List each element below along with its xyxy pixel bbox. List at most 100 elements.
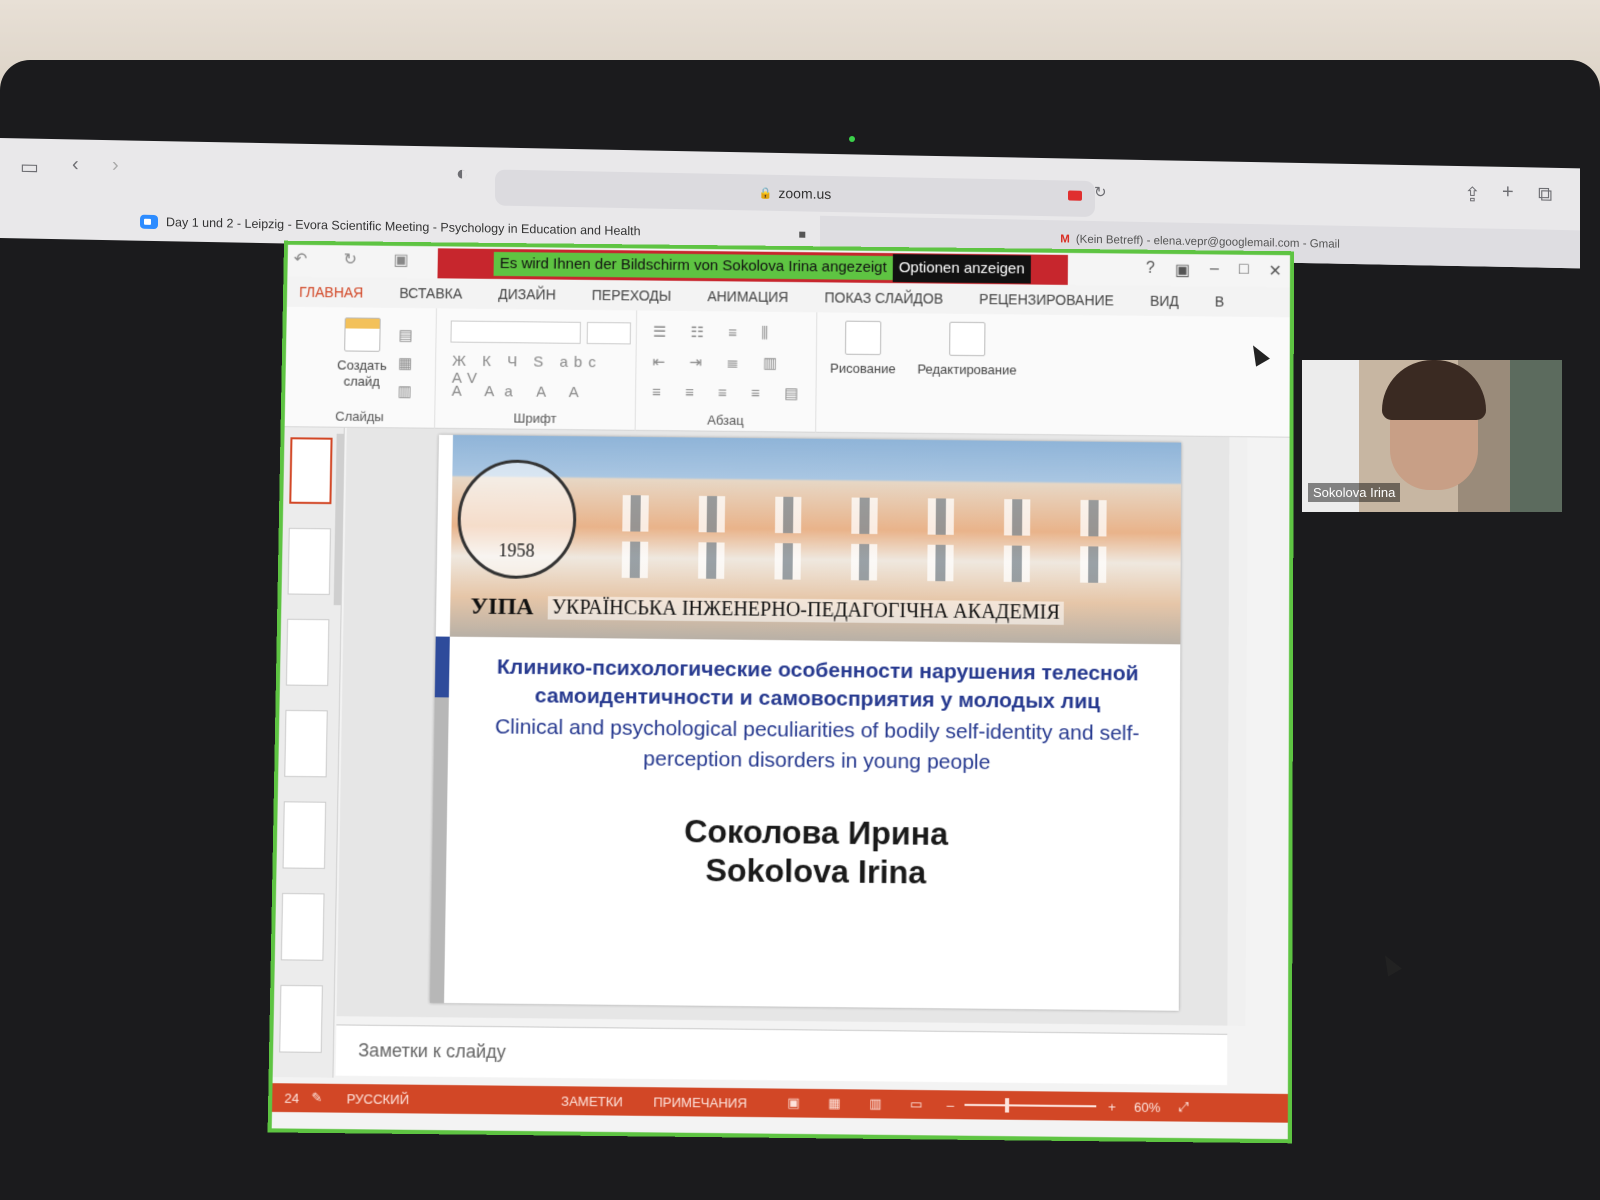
sidebar-toggle-icon[interactable]: ▭ — [20, 154, 39, 179]
slide-thumbnail[interactable] — [279, 984, 323, 1053]
participant-name: Sokolova Irina — [1308, 483, 1401, 502]
academy-abbreviation: УІПА — [470, 592, 534, 620]
new-slide-button[interactable]: Создать слайд — [329, 317, 394, 390]
indent-icons[interactable]: ⇤ ⇥ ≣ ▥ — [652, 353, 787, 372]
font-size-combo[interactable] — [586, 321, 632, 345]
thumbnail-scrollbar[interactable] — [333, 433, 345, 606]
fit-to-window-icon[interactable]: ⤢ — [1179, 1099, 1190, 1116]
zoom-level[interactable]: 60% — [1134, 1099, 1160, 1115]
ribbon-display-icon[interactable]: ▣ — [1175, 260, 1190, 280]
group-label-paragraph: Абзац — [707, 412, 744, 428]
align-icons[interactable]: ≡ ≡ ≡ ≡ ▤ — [652, 383, 808, 403]
slide-thumbnail[interactable] — [280, 892, 325, 961]
slide-thumbnails — [272, 427, 345, 1078]
group-font: Ж К Ч S abc AV A Aa A A Шрифт — [435, 308, 638, 431]
slide-thumbnail[interactable] — [285, 618, 330, 687]
slide-thumbnail[interactable] — [287, 527, 331, 595]
slide-number: 24 — [284, 1089, 300, 1106]
window-controls: ? ▣ – □ ✕ — [1146, 260, 1282, 281]
camera-in-use-icon — [1068, 190, 1082, 201]
language-indicator[interactable]: РУССКИЙ — [347, 1091, 410, 1107]
academy-name: УКРАЇНСЬКА ІНЖЕНЕРНО-ПЕДАГОГІЧНА АКАДЕМІ… — [547, 595, 1064, 625]
group-paragraph: ☰ ☷ ≡ ⫼ ⇤ ⇥ ≣ ▥ ≡ ≡ ≡ ≡ ▤ Абзац — [635, 310, 818, 433]
slide-thumbnail[interactable] — [289, 437, 333, 505]
slide-thumbnail[interactable] — [282, 801, 327, 869]
camera-indicator-light — [849, 136, 855, 142]
normal-view-icon[interactable]: ▣ — [787, 1095, 800, 1112]
forward-icon[interactable]: › — [112, 154, 119, 177]
group-label-font: Шрифт — [513, 410, 557, 426]
font-color-icon[interactable]: A Aa A A — [452, 383, 589, 402]
privacy-shield-icon[interactable]: ◐ — [456, 163, 468, 186]
help-icon[interactable]: ? — [1146, 260, 1155, 280]
url-text: zoom.us — [778, 184, 832, 202]
comments-button[interactable]: ПРИМЕЧАНИЯ — [653, 1094, 747, 1110]
share-icon[interactable]: ⇪ — [1464, 182, 1481, 207]
reading-view-icon[interactable]: ▥ — [869, 1096, 882, 1113]
tab-home[interactable]: ГЛАВНАЯ — [299, 284, 364, 301]
view-options-button[interactable]: Optionen anzeigen — [892, 254, 1031, 284]
participant-hair — [1382, 360, 1486, 420]
slide-title-russian: Клинико-психологические особенности нару… — [496, 655, 1139, 714]
tab-design[interactable]: ДИЗАЙН — [498, 286, 556, 303]
slide-canvas: 1958 УІПА УКРАЇНСЬКА ІНЖЕНЕРНО-ПЕДАГОГІЧ… — [336, 427, 1230, 1026]
video-camera-icon: ■ — [798, 227, 806, 242]
tab-overflow[interactable]: В — [1215, 293, 1224, 309]
seal-year: 1958 — [498, 540, 535, 561]
lock-icon: 🔒 — [758, 187, 773, 200]
tab-label: Day 1 und 2 - Leipzig - Evora Scientific… — [166, 215, 641, 239]
tab-overview-icon[interactable]: ⧉ — [1538, 184, 1552, 207]
tab-view[interactable]: ВИД — [1150, 293, 1179, 309]
sorter-view-icon[interactable]: ▦ — [828, 1095, 841, 1112]
academy-banner: УІПА УКРАЇНСЬКА ІНЖЕНЕРНО-ПЕДАГОГІЧНА АК… — [452, 586, 1166, 634]
slide-text-block: Клинико-психологические особенности нару… — [462, 653, 1170, 894]
slide-notes-field[interactable]: Заметки к слайду — [335, 1024, 1228, 1086]
gmail-icon: M — [1060, 233, 1070, 246]
maximize-icon[interactable]: □ — [1239, 261, 1249, 281]
editing-button[interactable]: Редактирование — [911, 321, 1024, 378]
slideshow-view-icon[interactable]: ▭ — [910, 1096, 923, 1113]
group-slides: Создать слайд ▤ ▦ ▥ Слайды — [284, 306, 437, 429]
notes-button[interactable]: ЗАМЕТКИ — [561, 1093, 623, 1109]
list-icons[interactable]: ☰ ☷ ≡ ⫼ — [653, 323, 778, 342]
slide-accent-bar — [434, 636, 450, 698]
zoom-shared-screen: Es wird Ihnen der Bildschirm von Sokolov… — [267, 240, 1295, 1144]
tab-review[interactable]: РЕЦЕНЗИРОВАНИЕ — [979, 291, 1114, 308]
binoculars-icon — [949, 321, 986, 357]
slide-scrollbar[interactable] — [1227, 437, 1248, 1026]
tab-slideshow[interactable]: ПОКАЗ СЛАЙДОВ — [824, 289, 943, 306]
current-slide[interactable]: 1958 УІПА УКРАЇНСЬКА ІНЖЕНЕРНО-ПЕДАГОГІЧ… — [429, 434, 1182, 1011]
drawing-button[interactable]: Рисование — [821, 320, 906, 377]
group-drawing: Рисование — [816, 312, 907, 433]
tab-animation[interactable]: АНИМАЦИЯ — [707, 288, 788, 305]
layout-icon[interactable]: ▤ ▦ ▥ — [397, 322, 428, 407]
close-icon[interactable]: ✕ — [1269, 261, 1282, 281]
slide-side-bar — [429, 697, 449, 1004]
minimize-icon[interactable]: – — [1210, 260, 1219, 280]
group-editing: Редактирование — [906, 313, 1027, 435]
zoom-in-icon[interactable]: + — [1108, 1099, 1116, 1114]
slide-title-english: Clinical and psychological peculiarities… — [494, 715, 1140, 775]
zoom-slider[interactable] — [964, 1103, 1096, 1108]
address-bar[interactable]: 🔒 zoom.us — [495, 169, 1095, 218]
zoom-out-icon[interactable]: – — [947, 1097, 954, 1112]
group-label-slides: Слайды — [335, 408, 384, 425]
tab-transitions[interactable]: ПЕРЕХОДЫ — [592, 287, 672, 304]
building-windows — [592, 494, 1155, 537]
back-icon[interactable]: ‹ — [72, 153, 79, 176]
share-banner-message: Es wird Ihnen der Bildschirm von Sokolov… — [493, 251, 893, 281]
author-english: Sokolova Irina — [705, 851, 927, 891]
reload-icon[interactable]: ↻ — [1094, 183, 1107, 201]
font-name-combo[interactable] — [450, 320, 581, 344]
ppt-status-bar: 24 ✎ РУССКИЙ ЗАМЕТКИ ПРИМЕЧАНИЯ ▣ ▦ ▥ ▭ … — [272, 1083, 1288, 1123]
new-slide-icon — [344, 317, 381, 352]
participant-video-tile[interactable]: Sokolova Irina — [1302, 360, 1562, 512]
building-windows — [591, 541, 1155, 584]
new-tab-icon[interactable]: + — [1502, 181, 1514, 204]
drawing-icon — [844, 320, 882, 356]
tab-insert[interactable]: ВСТАВКА — [399, 285, 462, 302]
quick-access-toolbar[interactable]: ↶ ↻ ▣ — [294, 249, 425, 270]
zoom-icon — [140, 214, 158, 230]
spellcheck-icon[interactable]: ✎ — [311, 1090, 322, 1107]
slide-thumbnail[interactable] — [284, 709, 328, 778]
